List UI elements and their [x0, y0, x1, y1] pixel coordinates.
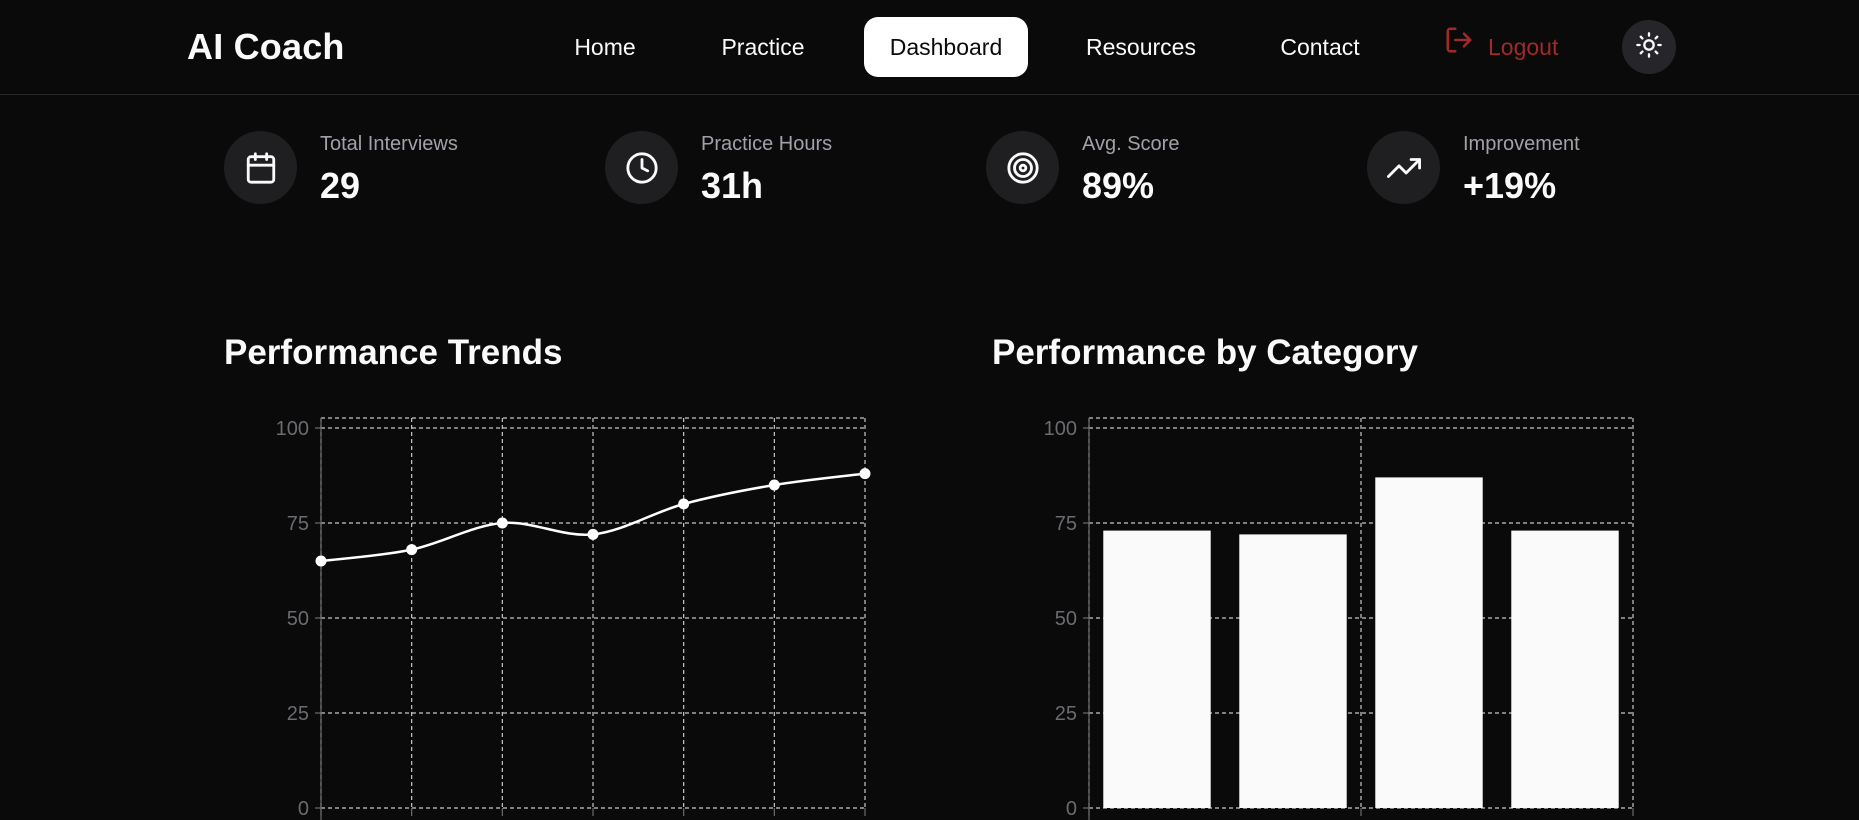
y-tick-label: 0	[298, 798, 309, 820]
category-bar	[1103, 530, 1211, 808]
stat-value: +19%	[1463, 165, 1557, 206]
y-tick-label: 100	[276, 418, 309, 440]
nav-home[interactable]: Home	[560, 17, 650, 77]
category-bar	[1239, 534, 1347, 808]
stat-value: 89%	[1082, 165, 1155, 206]
logout-label: Logout	[1488, 34, 1559, 60]
stat-value: 31h	[701, 165, 764, 206]
y-tick-label: 25	[1055, 703, 1077, 725]
stat-label: Practice Hours	[701, 133, 833, 155]
nav-contact[interactable]: Contact	[1267, 17, 1373, 77]
clock-icon	[605, 131, 678, 204]
nav-resources[interactable]: Resources	[1078, 17, 1204, 77]
y-tick-label: 75	[1055, 513, 1077, 535]
y-tick-label: 0	[1066, 798, 1077, 820]
logout-button[interactable]: Logout	[1444, 17, 1558, 77]
trend-point	[587, 528, 599, 540]
stat-label: Improvement	[1463, 133, 1580, 155]
stat-label: Avg. Score	[1082, 133, 1180, 155]
y-tick-label: 50	[1055, 608, 1077, 630]
performance-trends-title: Performance Trends	[224, 333, 563, 372]
stat-value: 29	[320, 165, 361, 206]
theme-toggle-button[interactable]	[1622, 20, 1676, 74]
trend-point	[406, 544, 418, 556]
logout-icon	[1444, 17, 1474, 77]
trend-point	[496, 517, 508, 529]
stat-label: Total Interviews	[320, 133, 458, 155]
trend-point	[859, 468, 871, 480]
sun-icon	[1635, 31, 1663, 64]
logo[interactable]: AI Coach	[187, 26, 345, 68]
navbar: AI Coach Home Practice Dashboard Resourc…	[0, 0, 1859, 95]
y-tick-label: 75	[287, 513, 309, 535]
calendar-icon	[224, 131, 297, 204]
category-bar	[1375, 477, 1483, 808]
trending-up-icon	[1367, 131, 1440, 204]
nav-dashboard[interactable]: Dashboard	[864, 17, 1028, 77]
nav-practice[interactable]: Practice	[709, 17, 817, 77]
trend-point	[315, 555, 327, 567]
category-bar	[1511, 530, 1619, 808]
y-tick-label: 25	[287, 703, 309, 725]
y-tick-label: 100	[1044, 418, 1077, 440]
target-icon	[986, 131, 1059, 204]
performance-by-category-chart: 0 25 50 75 100	[1044, 417, 1634, 820]
y-tick-label: 50	[287, 608, 309, 630]
trend-point	[678, 498, 690, 510]
performance-by-category-title: Performance by Category	[992, 333, 1418, 372]
performance-trends-chart: 0 25 50 75 100	[276, 417, 871, 820]
trend-point	[768, 479, 780, 491]
